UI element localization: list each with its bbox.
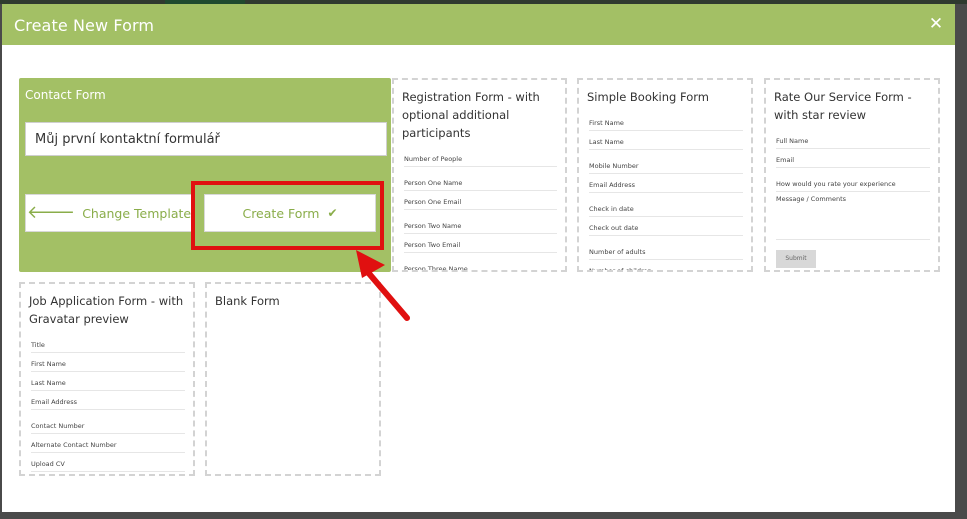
template-field-list: Title First Name Last Name Email Address… bbox=[21, 328, 193, 472]
preview-field: Person Three Name bbox=[404, 258, 557, 270]
preview-field: First Name bbox=[31, 353, 185, 372]
selected-template-panel: Contact Form 🡐 Change Template Create Fo… bbox=[19, 78, 391, 272]
preview-field: Email Address bbox=[31, 391, 185, 410]
template-field-list: First Name Last Name Mobile Number Email… bbox=[579, 106, 751, 270]
selected-template-label: Contact Form bbox=[25, 88, 106, 102]
template-card-booking[interactable]: Simple Booking Form First Name Last Name… bbox=[577, 78, 753, 272]
template-title: Simple Booking Form bbox=[587, 90, 709, 104]
preview-textarea: Message / Comments bbox=[776, 192, 930, 240]
modal-header: Create New Form ✕ bbox=[2, 4, 955, 45]
form-name-input[interactable] bbox=[25, 122, 387, 156]
preview-field: First Name bbox=[589, 112, 743, 131]
template-card-rate-service[interactable]: Rate Our Service Form - with star review… bbox=[764, 78, 940, 272]
preview-field: Person One Name bbox=[404, 172, 557, 191]
preview-field: Check out date bbox=[589, 217, 743, 236]
create-form-label: Create Form bbox=[242, 205, 320, 221]
close-icon[interactable]: ✕ bbox=[927, 15, 945, 33]
preview-field: Contact Number bbox=[31, 415, 185, 434]
preview-field: Number of adults bbox=[589, 241, 743, 260]
preview-submit-button: Submit bbox=[776, 250, 816, 268]
template-card-job-application[interactable]: Job Application Form - with Gravatar pre… bbox=[19, 282, 195, 476]
preview-field: Upload CV bbox=[31, 453, 185, 472]
preview-field: Last Name bbox=[31, 372, 185, 391]
preview-field: Mobile Number bbox=[589, 155, 743, 174]
preview-field: Person Two Email bbox=[404, 234, 557, 253]
preview-field: Person One Email bbox=[404, 191, 557, 210]
preview-field: Check in date bbox=[589, 198, 743, 217]
template-card-blank[interactable]: Blank Form bbox=[205, 282, 381, 476]
preview-field: Alternate Contact Number bbox=[31, 434, 185, 453]
template-title: Registration Form - with optional additi… bbox=[402, 90, 540, 140]
template-field-list: Full Name Email How would you rate your … bbox=[766, 124, 938, 268]
preview-field: Person Two Name bbox=[404, 215, 557, 234]
preview-field: Email Address bbox=[589, 174, 743, 193]
template-title: Job Application Form - with Gravatar pre… bbox=[29, 294, 184, 326]
modal-title: Create New Form bbox=[14, 16, 155, 35]
preview-field: Full Name bbox=[776, 130, 930, 149]
check-icon: ✔ bbox=[327, 206, 338, 220]
template-card-registration[interactable]: Registration Form - with optional additi… bbox=[392, 78, 567, 272]
preview-field: Number of People bbox=[404, 148, 557, 167]
change-template-button[interactable]: 🡐 Change Template bbox=[25, 194, 193, 232]
preview-field: How would you rate your experience bbox=[776, 173, 930, 192]
preview-field: Last Name bbox=[589, 131, 743, 150]
preview-field: Number of children bbox=[589, 260, 743, 270]
create-form-button[interactable]: Create Form ✔ bbox=[204, 194, 376, 232]
change-template-label: Change Template bbox=[82, 205, 192, 221]
template-title: Blank Form bbox=[215, 294, 280, 308]
preview-field: Email bbox=[776, 149, 930, 168]
template-title: Rate Our Service Form - with star review bbox=[774, 90, 912, 122]
template-field-list: Number of People Person One Name Person … bbox=[394, 142, 565, 270]
create-form-modal: Create New Form ✕ Contact Form 🡐 Change … bbox=[2, 4, 955, 512]
arrow-left-icon: 🡐 bbox=[26, 202, 76, 223]
preview-field: Title bbox=[31, 334, 185, 353]
